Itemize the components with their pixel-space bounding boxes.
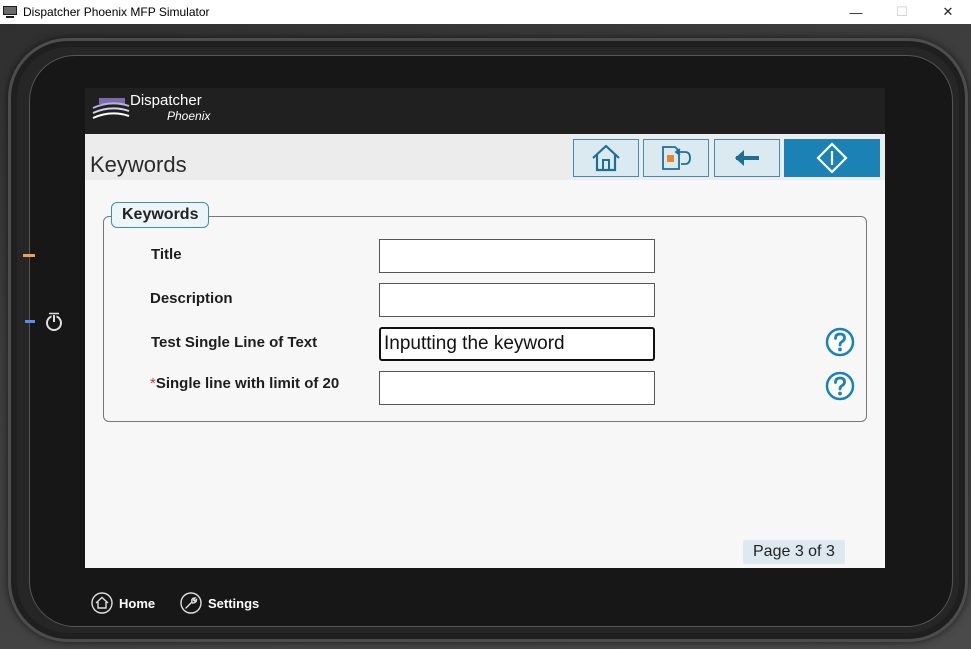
status-led-blue — [25, 320, 35, 323]
description-input[interactable] — [379, 283, 655, 317]
home-icon — [91, 592, 113, 614]
page-title: Keywords — [90, 152, 187, 177]
return-button[interactable] — [643, 139, 709, 177]
return-icon — [662, 146, 691, 170]
status-led-orange — [23, 254, 35, 257]
dispatcher-logo-icon — [92, 98, 130, 119]
device-home-label: Home — [119, 595, 156, 611]
device-settings-label: Settings — [208, 595, 260, 611]
start-button[interactable] — [784, 139, 880, 177]
limit-20-label: *Single line with limit of 20 — [150, 375, 350, 393]
device-settings-button[interactable]: Settings — [180, 592, 259, 614]
back-button[interactable] — [714, 139, 780, 177]
help-icon[interactable] — [825, 327, 855, 357]
page-indicator: Page 3 of 3 — [743, 540, 845, 564]
title-input[interactable] — [379, 239, 655, 273]
brand-bar: Dispatcher Phoenix — [85, 88, 885, 134]
start-icon — [816, 142, 848, 174]
limit-20-label-text: Single line with limit of 20 — [155, 375, 340, 392]
minimize-button[interactable]: — — [833, 0, 879, 24]
app-monitor-icon — [3, 6, 17, 18]
window-title: Dispatcher Phoenix MFP Simulator — [23, 5, 210, 19]
maximize-button[interactable]: ☐ — [879, 0, 925, 24]
fieldset-legend: Keywords — [111, 202, 210, 228]
description-label: Description — [150, 290, 233, 307]
help-icon[interactable] — [825, 371, 855, 401]
back-arrow-icon — [735, 150, 759, 166]
home-icon — [592, 144, 620, 172]
mfp-screen: Dispatcher Phoenix Keywords Keywords Tit… — [85, 88, 885, 568]
brand-name: Dispatcher — [130, 92, 202, 109]
window-titlebar: Dispatcher Phoenix MFP Simulator — ☐ ✕ — [0, 0, 971, 24]
close-button[interactable]: ✕ — [925, 0, 971, 24]
device-home-button[interactable]: Home — [91, 592, 155, 614]
wrench-icon — [180, 592, 202, 614]
title-label: Title — [151, 246, 182, 263]
brand-subtitle: Phoenix — [167, 109, 211, 123]
limit-20-input[interactable] — [379, 371, 655, 405]
single-line-text-label: Test Single Line of Text — [151, 334, 318, 351]
single-line-text-input[interactable] — [379, 327, 655, 361]
home-button[interactable] — [573, 139, 639, 177]
power-icon[interactable] — [44, 312, 64, 332]
